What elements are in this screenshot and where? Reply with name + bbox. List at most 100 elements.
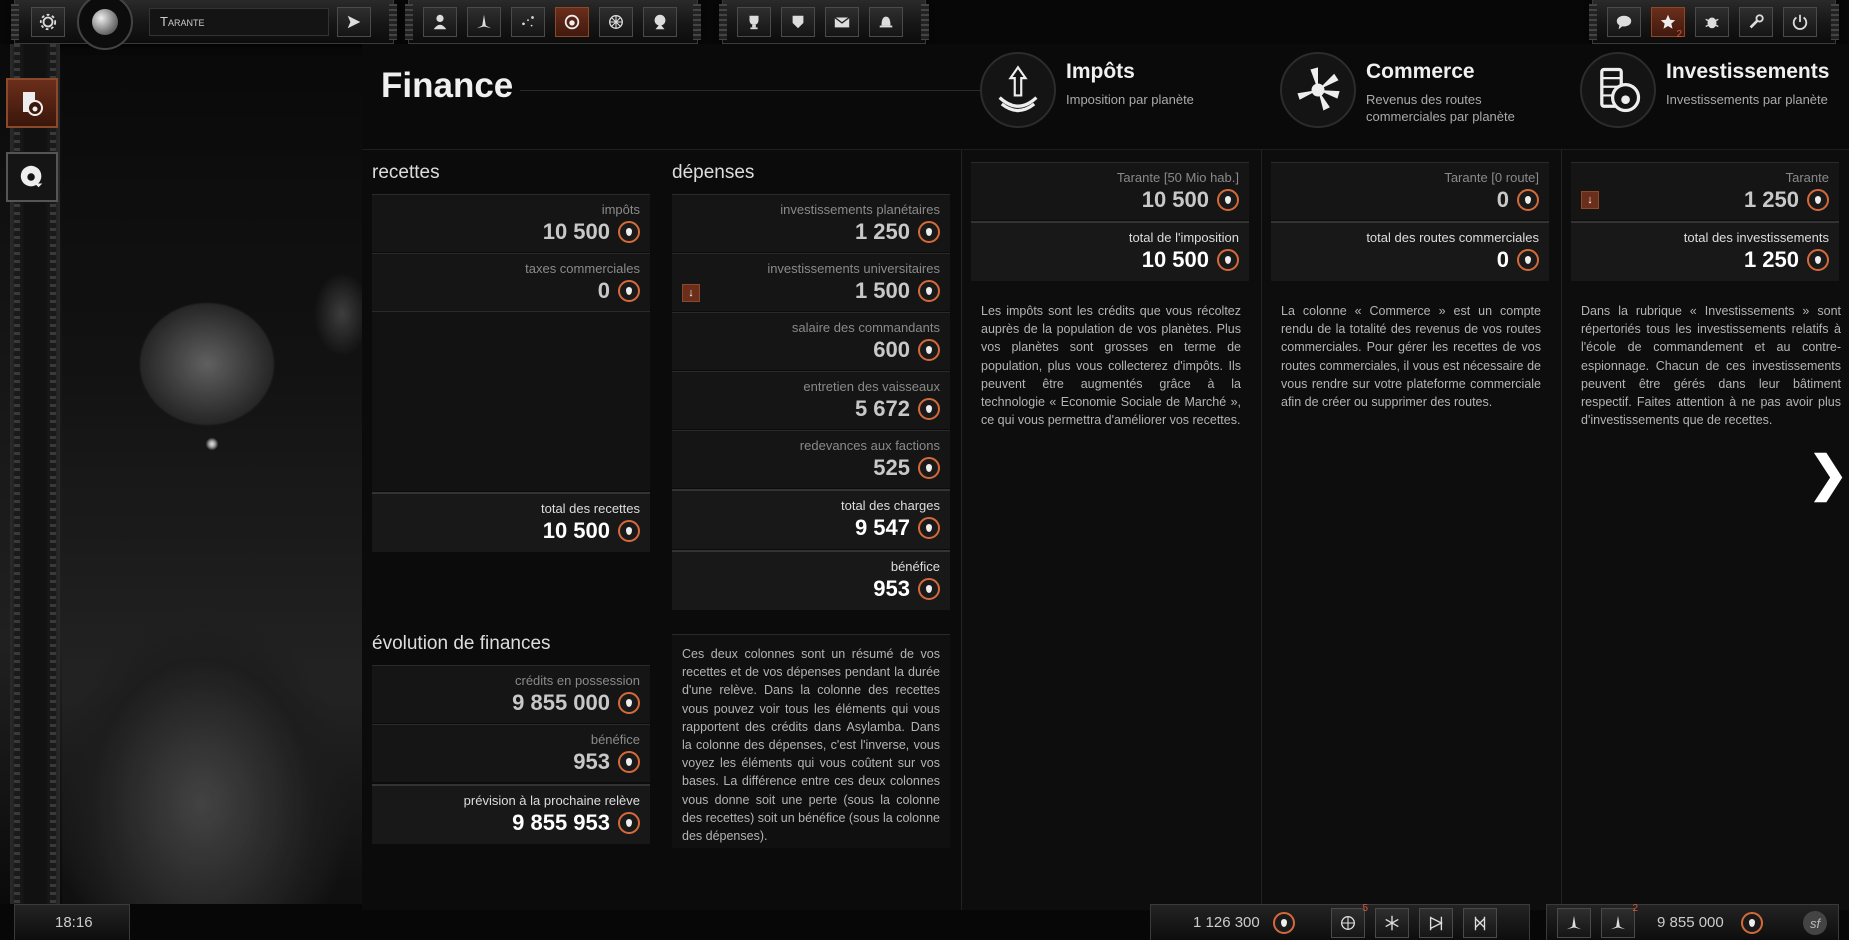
row-value: 9 855 953 bbox=[512, 810, 610, 835]
depenses-row: salaire des commandants 600 bbox=[672, 312, 950, 370]
planet-name-field[interactable]: Tarante bbox=[149, 8, 329, 36]
row-value: 1 500 bbox=[854, 278, 910, 303]
credit-icon bbox=[1217, 249, 1239, 271]
star-icon[interactable]: 2 bbox=[1651, 7, 1685, 40]
investissements-total-row: total des investissements 1 250 bbox=[1571, 221, 1839, 281]
depenses-row: redevances aux factions 525 bbox=[672, 430, 950, 488]
tech-icon[interactable] bbox=[599, 7, 633, 37]
credit-icon bbox=[918, 457, 940, 479]
send-icon[interactable] bbox=[337, 7, 371, 37]
power-icon[interactable] bbox=[1783, 7, 1817, 37]
credit-icon bbox=[918, 339, 940, 361]
investment-rail-button[interactable] bbox=[6, 152, 58, 202]
row-value: 9 547 bbox=[854, 515, 910, 540]
topbar-system: 2 bbox=[1589, 0, 1839, 44]
evolution-row: crédits en possession 9 855 000 bbox=[372, 665, 650, 723]
fleet-alert-icon[interactable]: 2 bbox=[1601, 903, 1638, 938]
credit-icon bbox=[618, 812, 640, 834]
row-label: taxes commerciales bbox=[525, 261, 640, 276]
credit-icon bbox=[918, 578, 940, 600]
planet-icon[interactable] bbox=[77, 0, 133, 50]
chat-icon[interactable] bbox=[1607, 7, 1641, 37]
depenses-row: ↓ investissements universitaires 1 500 bbox=[672, 253, 950, 311]
separator bbox=[961, 150, 962, 910]
resources-value: 1 126 300 bbox=[1193, 914, 1260, 931]
row-value: 0 bbox=[1496, 247, 1509, 272]
trophy-icon[interactable] bbox=[737, 7, 771, 37]
depenses-benefice-row: bénéfice 953 bbox=[672, 550, 950, 610]
fleet-badge: 2 bbox=[1632, 903, 1638, 914]
shield-icon[interactable] bbox=[781, 7, 815, 37]
user-icon[interactable] bbox=[423, 7, 457, 37]
snowflake-icon[interactable] bbox=[1375, 908, 1409, 938]
credits-value: 9 855 000 bbox=[1657, 914, 1724, 931]
credit-icon bbox=[918, 398, 940, 420]
credit-icon bbox=[618, 221, 640, 243]
down-arrow-icon[interactable]: ↓ bbox=[1581, 191, 1599, 209]
mail-icon[interactable] bbox=[825, 7, 859, 37]
row-label: bénéfice bbox=[590, 732, 640, 747]
bottombar-credits: 2 9 855 000 sf bbox=[1546, 903, 1839, 940]
fleet-icon[interactable] bbox=[467, 7, 501, 37]
row-value: 10 500 bbox=[542, 219, 610, 244]
row-label: total des routes commerciales bbox=[1366, 230, 1539, 245]
row-value: 953 bbox=[873, 576, 910, 601]
commerce-total-row: total des routes commerciales 0 bbox=[1271, 221, 1549, 281]
row-label: bénéfice bbox=[890, 559, 940, 574]
row-label: total des investissements bbox=[1683, 230, 1829, 245]
row-label: salaire des commandants bbox=[791, 320, 940, 335]
credit-icon bbox=[618, 751, 640, 773]
row-value: 10 500 bbox=[542, 518, 610, 543]
row-value: 525 bbox=[873, 455, 910, 480]
topbar-planet: Tarante bbox=[11, 0, 397, 50]
recettes-row: impôts 10 500 bbox=[372, 194, 650, 252]
tech-icon[interactable]: 5 bbox=[1331, 903, 1368, 938]
topbar-nav bbox=[405, 0, 701, 44]
recettes-row: taxes commerciales 0 bbox=[372, 253, 650, 311]
row-value: 1 250 bbox=[1743, 247, 1799, 272]
bottombar-resources: 1 126 300 5 bbox=[1150, 903, 1530, 940]
bell-icon[interactable] bbox=[869, 7, 903, 37]
map-icon[interactable] bbox=[511, 7, 545, 37]
tech-badge: 5 bbox=[1362, 903, 1368, 914]
wrench-icon[interactable] bbox=[1739, 7, 1773, 37]
credit-icon bbox=[1807, 249, 1829, 271]
header-trade-title: Commerce bbox=[1366, 60, 1475, 83]
spy-icon[interactable] bbox=[643, 7, 677, 37]
recettes-empty bbox=[372, 311, 650, 491]
credit-icon bbox=[1807, 189, 1829, 211]
credit-icon bbox=[1517, 249, 1539, 271]
evolution-prevision-row: prévision à la prochaine relève 9 855 95… bbox=[372, 784, 650, 844]
fleet-icon[interactable] bbox=[1557, 908, 1591, 938]
row-value: 5 672 bbox=[854, 396, 910, 421]
gear-icon[interactable] bbox=[31, 7, 65, 37]
row-value: 10 500 bbox=[1141, 187, 1209, 212]
row-label: total des recettes bbox=[541, 501, 640, 516]
banner-icon[interactable] bbox=[1463, 908, 1497, 938]
credit-icon bbox=[618, 692, 640, 714]
symfony-icon[interactable]: sf bbox=[1803, 911, 1827, 935]
resource-icon bbox=[1273, 912, 1295, 934]
credit-icon bbox=[1517, 189, 1539, 211]
row-value: 1 250 bbox=[854, 219, 910, 244]
next-arrow-icon[interactable]: ❯ bbox=[1808, 446, 1848, 502]
bug-icon[interactable] bbox=[1695, 7, 1729, 37]
row-label: Tarante [0 route] bbox=[1444, 170, 1539, 185]
recettes-heading: recettes bbox=[372, 162, 440, 183]
row-label: total de l'imposition bbox=[1128, 230, 1239, 245]
row-label: entretien des vaisseaux bbox=[803, 379, 940, 394]
taxes-header-icon bbox=[980, 52, 1056, 128]
row-label: investissements universitaires bbox=[767, 261, 940, 276]
header-taxes-title: Impôts bbox=[1066, 60, 1135, 83]
finance-rail-button[interactable] bbox=[6, 78, 58, 128]
row-label: Tarante [50 Mio hab.] bbox=[1116, 170, 1239, 185]
row-value: 600 bbox=[873, 337, 910, 362]
finance-icon[interactable] bbox=[555, 7, 589, 37]
background-art bbox=[62, 44, 362, 904]
depenses-heading: dépenses bbox=[672, 162, 755, 183]
down-arrow-icon[interactable]: ↓ bbox=[682, 284, 700, 302]
flag-icon[interactable] bbox=[1419, 908, 1453, 938]
topbar-social bbox=[719, 0, 929, 44]
row-label: impôts bbox=[601, 202, 640, 217]
row-label: total des charges bbox=[840, 498, 940, 513]
